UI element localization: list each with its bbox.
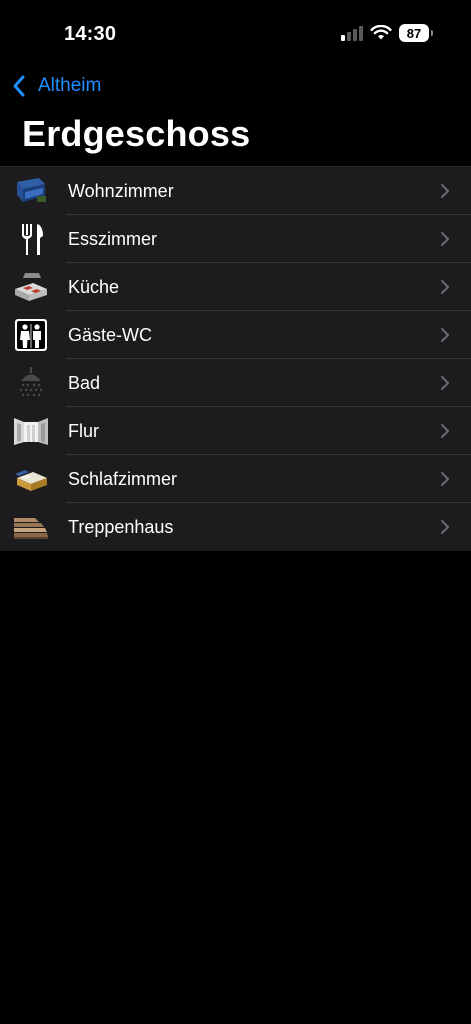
list-item-esszimmer[interactable]: Esszimmer (0, 215, 471, 263)
chevron-right-icon (441, 184, 449, 198)
room-label: Treppenhaus (68, 516, 174, 537)
list-item-bad[interactable]: Bad (0, 359, 471, 407)
list-item-flur[interactable]: Flur (0, 407, 471, 455)
battery-level: 87 (406, 25, 422, 41)
list-item-gaeste-wc[interactable]: Gäste-WC (0, 311, 471, 359)
room-label: Flur (68, 420, 99, 441)
room-label: Esszimmer (68, 228, 157, 249)
chevron-right-icon (441, 520, 449, 534)
back-button[interactable]: Altheim (12, 72, 101, 100)
room-label: Gäste-WC (68, 324, 153, 345)
hallway-doors-icon (13, 414, 49, 448)
status-icons: 87 (341, 24, 433, 42)
sofa-icon (13, 174, 49, 208)
bed-icon (13, 462, 49, 496)
screen: 14:30 87 Altheim Erdgeschoss Wohnzimmer … (0, 0, 471, 1024)
cellular-signal-icon (341, 25, 363, 41)
kitchen-stove-icon (13, 270, 49, 304)
list-item-wohnzimmer[interactable]: Wohnzimmer (0, 167, 471, 215)
status-bar: 14:30 87 (0, 0, 471, 70)
fork-knife-icon (13, 222, 49, 256)
list-item-kueche[interactable]: Küche (0, 263, 471, 311)
chevron-right-icon (441, 472, 449, 486)
list-item-schlafzimmer[interactable]: Schlafzimmer (0, 455, 471, 503)
chevron-right-icon (441, 328, 449, 342)
chevron-right-icon (441, 280, 449, 294)
room-label: Wohnzimmer (68, 180, 174, 201)
list-item-treppenhaus[interactable]: Treppenhaus (0, 503, 471, 551)
shower-icon (13, 366, 49, 400)
battery-indicator: 87 (399, 24, 433, 42)
wifi-icon (370, 25, 392, 40)
stairs-icon (13, 510, 49, 544)
chevron-left-icon (12, 72, 34, 100)
room-label: Schlafzimmer (68, 468, 178, 489)
status-time: 14:30 (64, 23, 117, 45)
room-label: Bad (68, 372, 101, 393)
page-title: Erdgeschoss (22, 113, 251, 154)
chevron-right-icon (441, 232, 449, 246)
chevron-right-icon (441, 424, 449, 438)
room-label: Küche (68, 276, 120, 297)
restroom-icon (13, 318, 49, 352)
back-button-label: Altheim (38, 75, 102, 96)
room-list: Wohnzimmer Esszimmer Küche Gäste-WC Bad … (0, 166, 471, 551)
chevron-right-icon (441, 376, 449, 390)
